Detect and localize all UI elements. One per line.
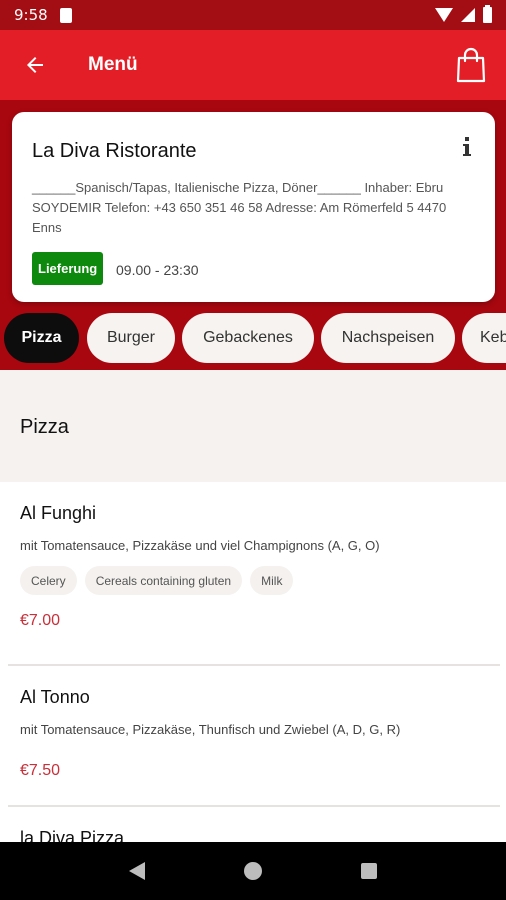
item-name: Al Funghi xyxy=(20,503,97,523)
opening-hours: 09.00 - 23:30 xyxy=(116,262,199,278)
item-description: mit Tomatensauce, Pizzakäse und viel Cha… xyxy=(20,538,380,553)
restaurant-description: ______Spanisch/Tapas, Italienische Pizza… xyxy=(32,180,447,235)
back-button[interactable] xyxy=(0,30,70,100)
tab-nachspeisen[interactable]: Nachspeisen xyxy=(321,313,455,363)
info-icon[interactable] xyxy=(461,136,473,158)
signal-icon xyxy=(461,8,475,22)
nav-back-icon[interactable] xyxy=(129,862,146,880)
allergen-chip: Milk xyxy=(250,566,294,595)
status-time: 9:58 xyxy=(14,6,48,24)
menu-item[interactable]: Al Tonno mit Tomatensauce, Pizzakäse, Th… xyxy=(0,666,506,806)
restaurant-name: La Diva Ristorante xyxy=(32,140,197,162)
tab-kebab[interactable]: Keb xyxy=(462,313,506,363)
tab-pizza[interactable]: Pizza xyxy=(4,313,79,363)
allergen-chips: Celery Cereals containing gluten Milk xyxy=(20,566,294,595)
battery-icon xyxy=(483,5,492,23)
item-name: Al Tonno xyxy=(20,687,90,707)
restaurant-info-card: La Diva Ristorante ______Spanisch/Tapas,… xyxy=(12,112,495,302)
allergen-chip: Celery xyxy=(20,566,77,595)
wifi-icon xyxy=(435,8,453,22)
delivery-badge: Lieferung xyxy=(32,252,104,285)
section-header: Pizza xyxy=(0,370,506,482)
nav-home-icon[interactable] xyxy=(243,862,262,880)
arrow-left-icon xyxy=(27,57,43,73)
category-tabs: Pizza Burger Gebackenes Nachspeisen Keb xyxy=(0,313,506,363)
app-bar: Menü xyxy=(0,30,506,100)
menu-item[interactable]: la Diva Pizza xyxy=(0,807,506,842)
section-title: Pizza xyxy=(20,416,69,438)
sd-card-icon xyxy=(59,7,72,23)
status-bar: 9:58 xyxy=(0,0,506,30)
system-nav-bar xyxy=(0,842,506,900)
tab-gebackenes[interactable]: Gebackenes xyxy=(182,313,314,363)
item-price: €7.00 xyxy=(20,612,61,629)
item-price: €7.50 xyxy=(20,762,61,779)
page-title: Menü xyxy=(88,54,138,75)
item-name: la Diva Pizza xyxy=(20,828,125,842)
item-description: mit Tomatensauce, Pizzakäse, Thunfisch u… xyxy=(20,722,401,737)
allergen-chip: Cereals containing gluten xyxy=(84,566,243,595)
cart-button[interactable] xyxy=(436,30,506,100)
tab-burger[interactable]: Burger xyxy=(87,313,175,363)
shopping-bag-icon xyxy=(456,47,486,83)
nav-recents-icon[interactable] xyxy=(360,863,377,879)
menu-item[interactable]: Al Funghi mit Tomatensauce, Pizzakäse un… xyxy=(0,482,506,664)
